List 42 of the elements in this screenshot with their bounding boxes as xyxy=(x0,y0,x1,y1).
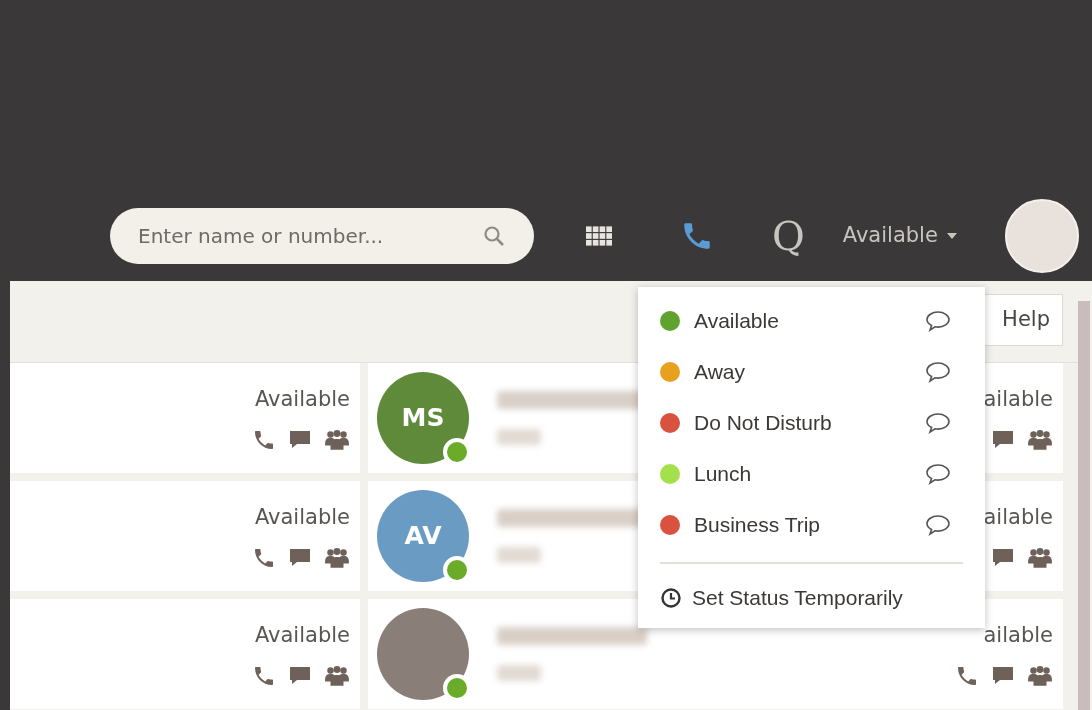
blurred-number xyxy=(497,429,541,445)
status-menu-item[interactable]: Available xyxy=(638,295,985,346)
help-button[interactable]: Help xyxy=(983,294,1063,346)
status-menu-item[interactable]: Lunch xyxy=(638,448,985,499)
avatar: MS xyxy=(377,372,469,464)
status-menu-item[interactable]: Do Not Disturb xyxy=(638,397,985,448)
status-label: Do Not Disturb xyxy=(694,409,832,436)
scrollbar-thumb[interactable] xyxy=(1078,301,1090,710)
caret-icon xyxy=(945,231,958,240)
status-label: Away xyxy=(694,358,745,385)
group-icon[interactable] xyxy=(1027,545,1053,570)
status-text: Available xyxy=(254,386,350,414)
search-field[interactable]: Enter name or number... xyxy=(110,207,534,264)
status-text: ailable xyxy=(983,504,1053,532)
group-icon[interactable] xyxy=(324,545,350,570)
speech-bubble-icon[interactable] xyxy=(925,309,951,332)
group-icon[interactable] xyxy=(324,663,350,688)
blurred-number xyxy=(497,665,541,681)
q-button[interactable]: Q xyxy=(772,215,805,256)
avatar: AV xyxy=(377,490,469,582)
status-text: Available xyxy=(254,504,350,532)
status-label: Available xyxy=(694,307,779,334)
speech-bubble-icon[interactable] xyxy=(925,411,951,434)
group-icon[interactable] xyxy=(1027,663,1053,688)
group-icon[interactable] xyxy=(1027,427,1053,452)
status-text: ailable xyxy=(983,386,1053,414)
status-dropdown[interactable]: Available xyxy=(842,219,958,252)
status-label: Lunch xyxy=(694,460,752,487)
status-menu-item[interactable]: Business Trip xyxy=(638,499,985,550)
group-icon[interactable] xyxy=(324,427,350,452)
status-text: Available xyxy=(254,622,350,650)
status-text: ailable xyxy=(983,622,1053,650)
speech-bubble-icon[interactable] xyxy=(925,360,951,383)
speech-bubble-icon[interactable] xyxy=(925,462,951,485)
set-status-temporarily[interactable]: Set Status Temporarily xyxy=(638,576,985,620)
dialpad-icon[interactable] xyxy=(586,225,612,246)
speech-bubble-icon[interactable] xyxy=(925,513,951,536)
clock-icon xyxy=(660,587,682,609)
status-menu-item[interactable]: Away xyxy=(638,346,985,397)
search-icon[interactable] xyxy=(482,223,506,248)
status-label: Business Trip xyxy=(694,511,821,538)
blurred-number xyxy=(497,547,541,563)
